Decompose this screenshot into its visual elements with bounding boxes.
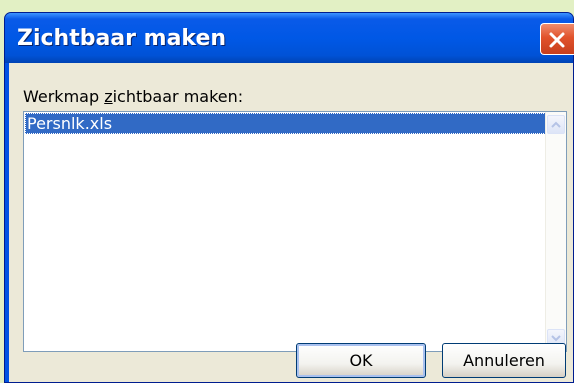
ok-button[interactable]: OK	[296, 343, 426, 378]
close-button[interactable]	[540, 23, 574, 55]
dialog-body: Werkmap zichtbaar maken: Persnlk.xls OK …	[9, 63, 573, 382]
vertical-scrollbar[interactable]	[545, 112, 566, 351]
title-bar[interactable]: Zichtbaar maken	[5, 13, 574, 63]
dialog-title: Zichtbaar maken	[17, 26, 227, 51]
label-prefix: Werkmap	[23, 87, 105, 106]
chevron-up-icon	[551, 121, 561, 128]
workbook-listbox[interactable]: Persnlk.xls	[23, 111, 567, 352]
cancel-button[interactable]: Annuleren	[442, 343, 566, 378]
list-item[interactable]: Persnlk.xls	[25, 113, 546, 134]
close-icon	[549, 32, 565, 48]
workbook-list-label: Werkmap zichtbaar maken:	[23, 87, 243, 106]
chevron-down-icon	[551, 335, 561, 342]
label-mnemonic: z	[104, 87, 113, 106]
dialog-window: Zichtbaar maken Werkmap zichtbaar maken:…	[4, 12, 574, 383]
scroll-up-button[interactable]	[547, 115, 565, 134]
ok-button-label: OK	[349, 351, 373, 370]
cancel-button-label: Annuleren	[463, 351, 545, 370]
label-suffix: ichtbaar maken:	[112, 87, 244, 106]
